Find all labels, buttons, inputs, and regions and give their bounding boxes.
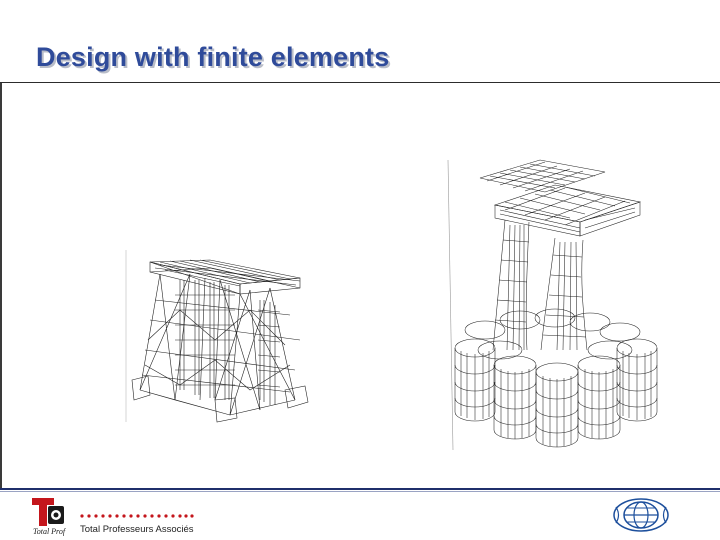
company-name: Total Professeurs Associés xyxy=(80,524,194,535)
slide-title: Design with finite elements xyxy=(36,42,390,72)
jacket-frame-mesh-icon xyxy=(125,250,309,423)
logo-caption: Total Prof xyxy=(33,527,66,536)
footer-divider-thin xyxy=(0,491,720,492)
left-border xyxy=(0,83,2,488)
footer-divider xyxy=(0,488,720,490)
gravity-platform-mesh-icon xyxy=(447,159,658,451)
title-divider xyxy=(0,82,720,83)
dotted-divider xyxy=(80,514,194,518)
globe-emblem-icon xyxy=(613,498,669,532)
